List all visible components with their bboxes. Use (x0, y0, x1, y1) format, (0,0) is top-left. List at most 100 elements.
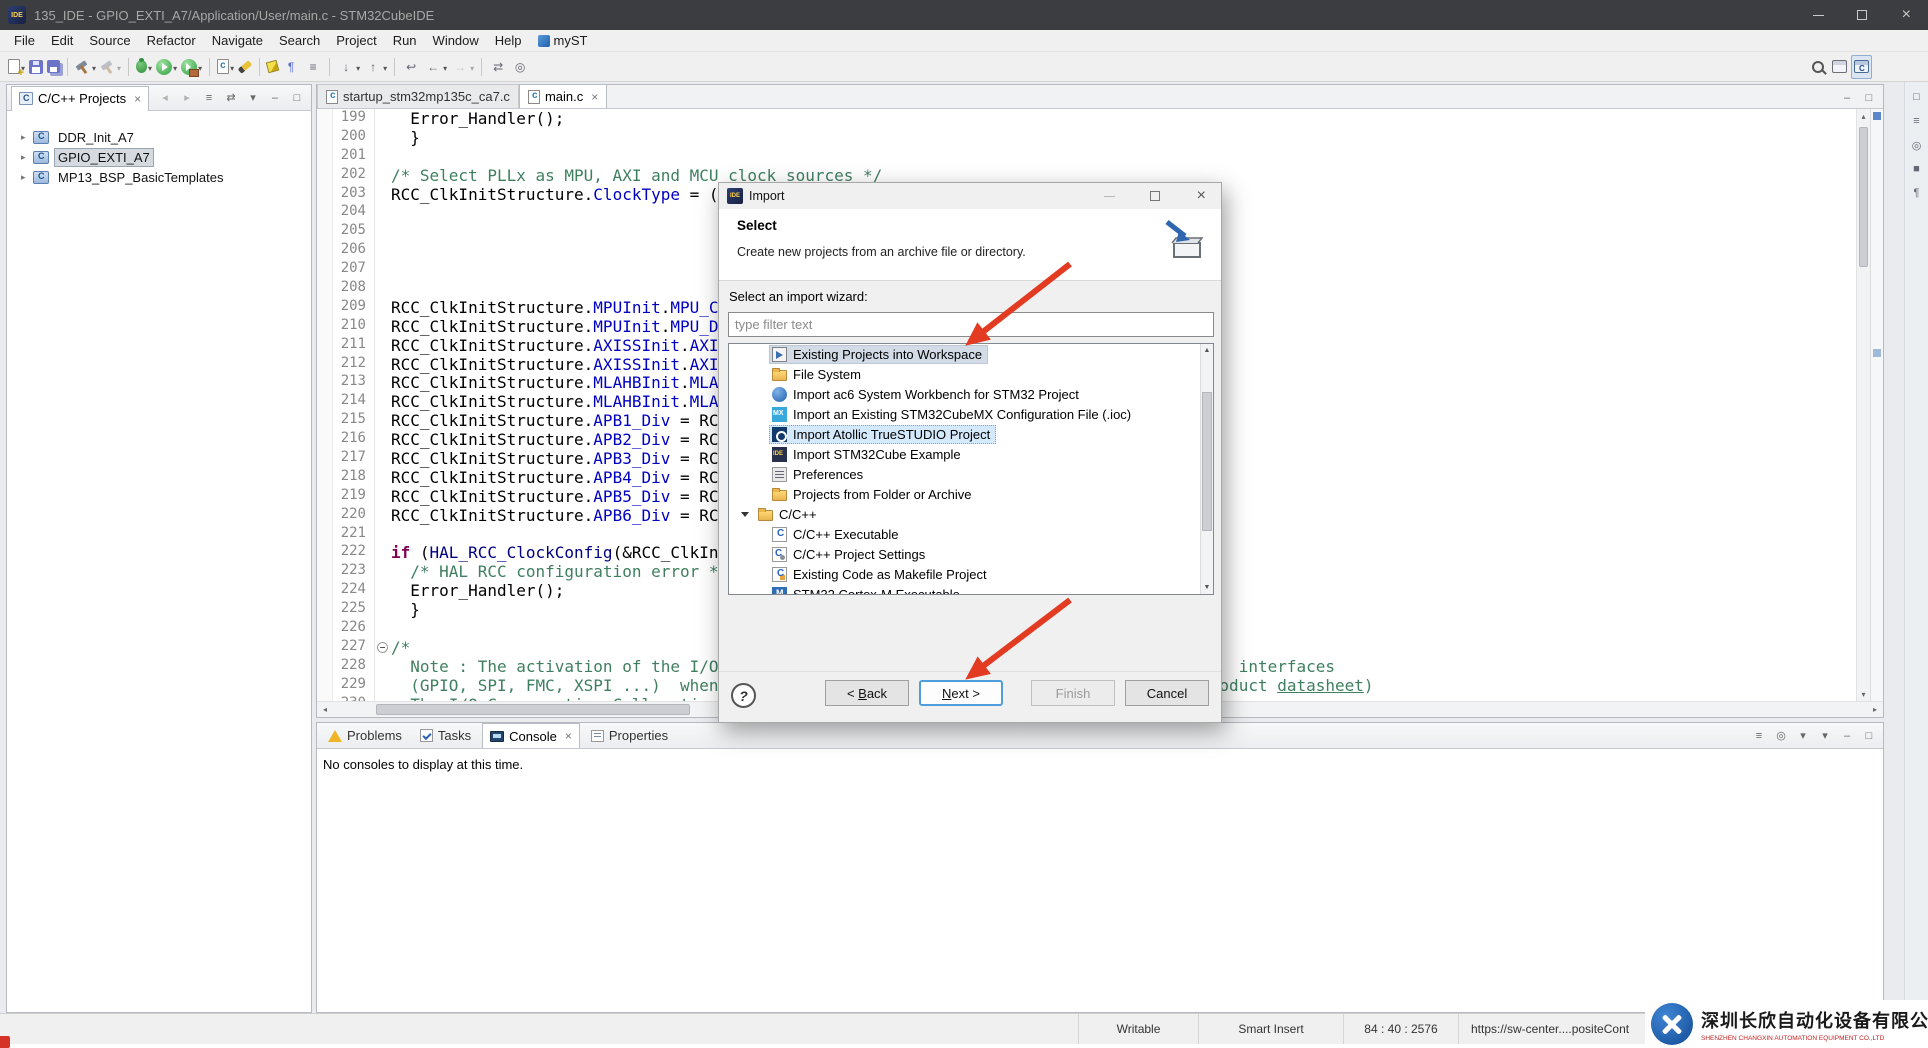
wizard-item[interactable]: Import ac6 System Workbench for STM32 Pr… (729, 384, 1213, 404)
view-menu-icon[interactable]: ▾ (243, 88, 263, 108)
pin-editor-button[interactable]: ◎ (509, 55, 531, 79)
wizard-item[interactable]: STM32 Cortex-M Executable (729, 584, 1213, 595)
wizard-item[interactable]: C/C++ (729, 504, 1213, 524)
menu-file[interactable]: File (6, 33, 43, 48)
restore-views-icon[interactable]: □ (1908, 88, 1926, 106)
menu-search[interactable]: Search (271, 33, 328, 48)
editor-tab[interactable]: main.c (519, 84, 607, 108)
horizontal-scroll-thumb[interactable] (376, 704, 690, 715)
status-link[interactable]: https://sw-center....positeCont (1458, 1014, 1653, 1044)
scroll-down-icon[interactable]: ▾ (1857, 687, 1870, 701)
wizard-item[interactable]: Existing Projects into Workspace (729, 344, 1213, 364)
console-tab-console[interactable]: Console (482, 723, 580, 748)
next-annotation-button[interactable]: ↓ (335, 55, 362, 79)
menu-navigate[interactable]: Navigate (204, 33, 271, 48)
cancel-button[interactable]: Cancel (1125, 680, 1209, 706)
close-tab-icon[interactable] (565, 729, 572, 743)
menu-project[interactable]: Project (328, 33, 384, 48)
console-tab-properties[interactable]: Properties (584, 723, 675, 748)
minimize-view-icon[interactable]: – (265, 88, 285, 108)
fold-collapse-icon[interactable] (377, 642, 388, 653)
wizard-item[interactable]: C/C++ Executable (729, 524, 1213, 544)
dialog-minimize-button[interactable] (1089, 183, 1129, 209)
open-perspective-button[interactable] (1830, 55, 1849, 79)
forward-button[interactable]: → (449, 55, 476, 79)
back-history-icon[interactable]: ◂ (155, 88, 175, 108)
build-analyzer-view-icon[interactable]: ◎ (1908, 136, 1926, 154)
scroll-down-icon[interactable]: ▼ (1201, 581, 1213, 594)
expand-chevron-icon[interactable] (21, 172, 33, 183)
menu-help[interactable]: Help (487, 33, 530, 48)
menu-myst[interactable]: myST (530, 33, 596, 48)
wizard-scroll-thumb[interactable] (1202, 392, 1212, 531)
overview-ruler[interactable] (1870, 109, 1883, 701)
overview-marker[interactable] (1873, 112, 1881, 120)
editor-vertical-scrollbar[interactable]: ▴ ▾ (1856, 109, 1870, 701)
overview-marker[interactable] (1873, 349, 1881, 357)
project-item[interactable]: GPIO_EXTI_A7 (7, 147, 311, 167)
minimize-editor-icon[interactable]: – (1837, 88, 1857, 108)
open-console-icon[interactable]: ▾ (1815, 726, 1835, 746)
wizard-item[interactable]: Import an Existing STM32CubeMX Configura… (729, 404, 1213, 424)
editor-tab[interactable]: startup_stm32mp135c_ca7.c (317, 84, 519, 108)
wizard-item[interactable]: Import STM32Cube Example (729, 444, 1213, 464)
expander-icon[interactable] (741, 512, 749, 517)
save-all-button[interactable] (45, 55, 62, 79)
search-flashlight-button[interactable] (236, 55, 254, 79)
console-tab-problems[interactable]: Problems (321, 723, 409, 748)
search-button[interactable] (1808, 55, 1828, 79)
mark-occurrences-button[interactable] (265, 55, 280, 79)
wizard-list-scrollbar[interactable]: ▲ ▼ (1200, 344, 1213, 594)
window-minimize-button[interactable] (1796, 0, 1840, 30)
projects-view-tab[interactable]: C/C++ Projects (11, 86, 149, 111)
build-project-button[interactable] (98, 55, 123, 79)
wizard-item[interactable]: C/C++ Project Settings (729, 544, 1213, 564)
scroll-lock-icon[interactable]: ≡ (1749, 726, 1769, 746)
new-wizard-button[interactable] (6, 55, 27, 79)
previous-annotation-button[interactable]: ↑ (362, 55, 389, 79)
help-button[interactable] (731, 683, 756, 708)
scroll-left-icon[interactable]: ◂ (317, 702, 333, 717)
window-close-button[interactable] (1884, 0, 1928, 30)
pin-console-icon[interactable]: ◎ (1771, 726, 1791, 746)
show-whitespace-button[interactable]: ¶ (280, 55, 302, 79)
wizard-filter-input[interactable] (728, 312, 1214, 337)
close-tab-icon[interactable] (591, 90, 598, 104)
run-button[interactable] (154, 55, 179, 79)
forward-history-icon[interactable]: ▸ (177, 88, 197, 108)
vertical-scroll-thumb[interactable] (1859, 127, 1868, 267)
block-selection-button[interactable]: ≡ (302, 55, 324, 79)
dialog-title-bar[interactable]: IDE Import (719, 183, 1221, 209)
back-button[interactable]: < Back (825, 680, 909, 706)
next-button[interactable]: Next > (919, 680, 1003, 706)
dialog-close-button[interactable] (1181, 183, 1221, 209)
menu-source[interactable]: Source (81, 33, 138, 48)
dialog-maximize-button[interactable] (1135, 183, 1175, 209)
project-item[interactable]: MP13_BSP_BasicTemplates (7, 167, 311, 187)
menu-window[interactable]: Window (425, 33, 487, 48)
build-all-button[interactable] (73, 55, 98, 79)
display-selected-console-icon[interactable]: ▾ (1793, 726, 1813, 746)
cpp-perspective-button[interactable] (1851, 55, 1872, 79)
link-with-editor-icon[interactable]: ⇄ (221, 88, 241, 108)
link-with-editor-button[interactable]: ⇄ (487, 55, 509, 79)
last-edit-location-button[interactable]: ↩ (400, 55, 422, 79)
wizard-item[interactable]: Import Atollic TrueSTUDIO Project (729, 424, 1213, 444)
window-maximize-button[interactable] (1840, 0, 1884, 30)
wizard-item[interactable]: Projects from Folder or Archive (729, 484, 1213, 504)
maximize-editor-icon[interactable]: □ (1859, 88, 1879, 108)
wizard-item[interactable]: File System (729, 364, 1213, 384)
static-stack-analyzer-view-icon[interactable]: ■ (1908, 160, 1926, 178)
close-view-icon[interactable] (134, 92, 141, 106)
scroll-right-icon[interactable]: ▸ (1867, 702, 1883, 717)
external-tools-button[interactable] (179, 55, 204, 79)
cyclomatic-complexity-view-icon[interactable]: ¶ (1908, 184, 1926, 202)
minimize-view-icon[interactable]: – (1837, 726, 1857, 746)
wizard-item[interactable]: Preferences (729, 464, 1213, 484)
console-tab-tasks[interactable]: Tasks (413, 723, 478, 748)
project-item[interactable]: DDR_Init_A7 (7, 127, 311, 147)
maximize-view-icon[interactable]: □ (287, 88, 307, 108)
finish-button[interactable]: Finish (1031, 680, 1115, 706)
debug-button[interactable] (134, 55, 154, 79)
menu-edit[interactable]: Edit (43, 33, 81, 48)
